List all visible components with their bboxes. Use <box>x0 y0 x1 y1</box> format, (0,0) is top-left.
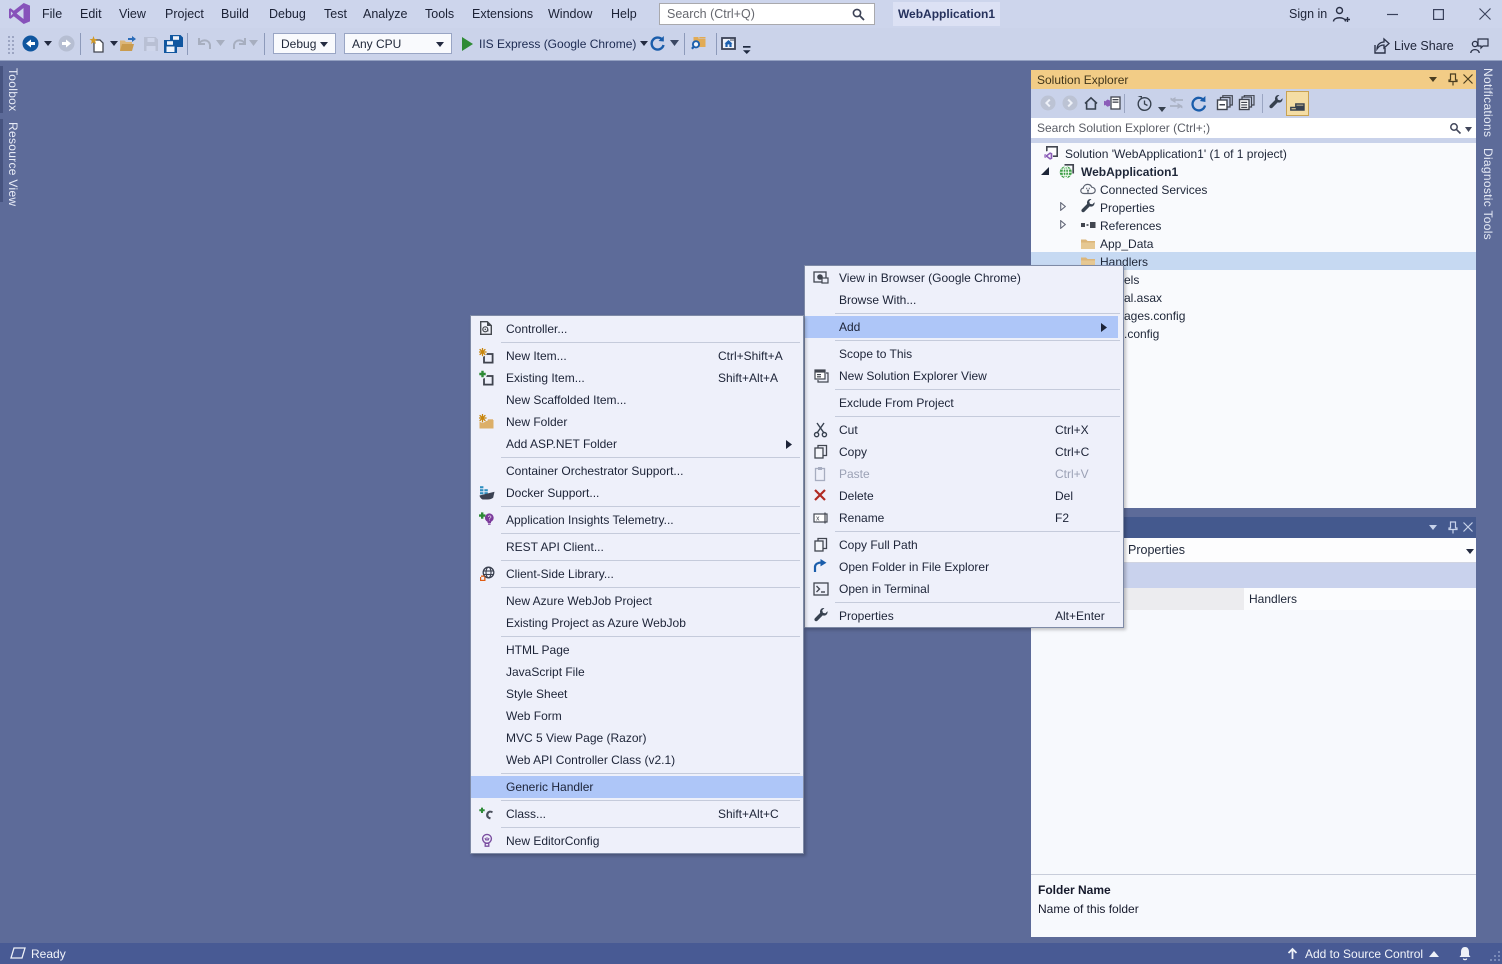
svg-text:?: ? <box>488 515 492 522</box>
svg-text:x: x <box>816 516 820 523</box>
